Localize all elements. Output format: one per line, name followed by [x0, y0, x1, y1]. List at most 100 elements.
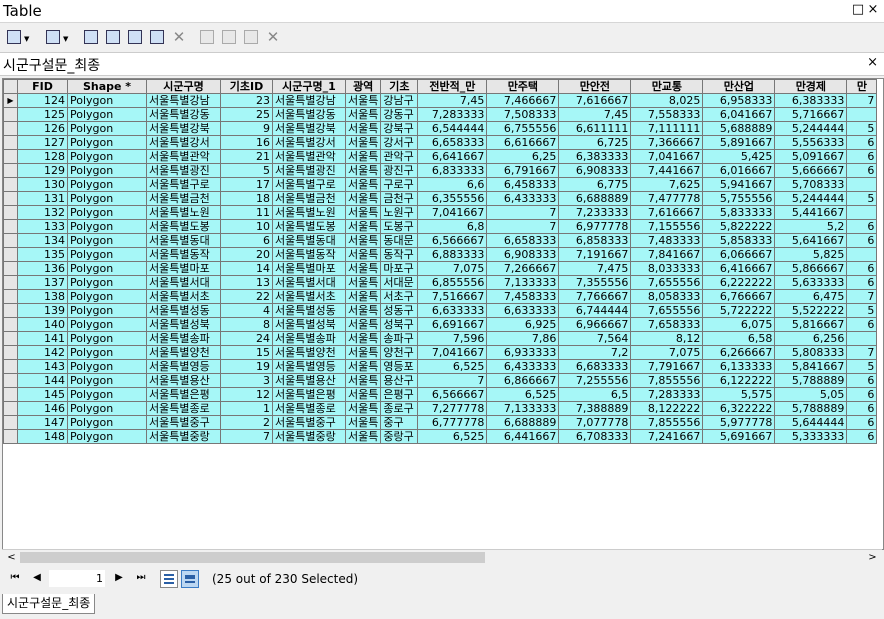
table-cell[interactable]: 은평구 — [380, 387, 419, 402]
show-all-records-button[interactable] — [160, 570, 178, 588]
table-cell[interactable]: 6,633333 — [486, 303, 560, 318]
table-cell[interactable]: 6,858333 — [558, 233, 632, 248]
table-cell[interactable]: 128 — [17, 149, 68, 164]
table-cell[interactable]: 서울특 — [344, 415, 382, 430]
delete-field-button[interactable]: ✕ — [264, 28, 282, 46]
table-cell[interactable]: 6 — [846, 219, 878, 234]
table-cell[interactable]: 서울특별성동 — [272, 303, 346, 318]
row-selector[interactable] — [3, 373, 18, 388]
table-cell[interactable]: 126 — [17, 121, 68, 136]
table-cell[interactable]: 서울특 — [344, 387, 382, 402]
table-cell[interactable]: 서울특별관악 — [146, 149, 221, 164]
table-cell[interactable]: 7,466667 — [486, 93, 560, 108]
table-cell[interactable]: 서울특별금천 — [146, 191, 221, 206]
table-cell[interactable]: 7,111111 — [630, 121, 704, 136]
table-cell[interactable]: Polygon — [67, 345, 147, 360]
table-cell[interactable]: 성동구 — [380, 303, 419, 318]
table-cell[interactable]: 5,333333 — [774, 429, 848, 444]
table-cell[interactable]: 6,6 — [417, 177, 488, 192]
table-cell[interactable]: 7 — [486, 219, 560, 234]
table-cell[interactable]: 5,691667 — [702, 429, 776, 444]
table-cell[interactable]: 5,666667 — [774, 163, 848, 178]
table-cell[interactable]: 서울특 — [344, 121, 382, 136]
table-row[interactable]: 138 Polygon 서울특별서초 22 서울특별서초 서울특 서초구 7,516667 7,… — [3, 289, 878, 304]
table-cell[interactable]: 7,075 — [630, 345, 704, 360]
table-cell[interactable]: 7,564 — [558, 331, 632, 346]
table-cell[interactable]: 6,525 — [417, 359, 488, 374]
table-cell[interactable] — [846, 205, 878, 220]
switch-selection-button[interactable] — [104, 28, 122, 46]
table-cell[interactable]: 서울특별서대 — [272, 275, 346, 290]
table-cell[interactable]: 서울특 — [344, 275, 382, 290]
select-by-attributes-button[interactable] — [82, 28, 100, 46]
table-cell[interactable]: 6,266667 — [702, 345, 776, 360]
table-cell[interactable]: 5,891667 — [702, 135, 776, 150]
table-cell[interactable]: 5 — [846, 191, 878, 206]
table-cell[interactable]: 7,855556 — [630, 373, 704, 388]
column-header[interactable]: 시군구명 — [146, 79, 221, 94]
table-cell[interactable]: 7,655556 — [630, 275, 704, 290]
table-cell[interactable]: 6,525 — [486, 387, 560, 402]
column-header[interactable]: 만 — [846, 79, 878, 94]
table-cell[interactable]: 5,722222 — [702, 303, 776, 318]
table-cell[interactable]: 6,016667 — [702, 163, 776, 178]
table-cell[interactable]: 5,977778 — [702, 415, 776, 430]
row-selector[interactable] — [3, 289, 18, 304]
row-selector[interactable] — [3, 107, 18, 122]
table-cell[interactable]: 7,441667 — [630, 163, 704, 178]
table-cell[interactable]: 서울특별중구 — [272, 415, 346, 430]
table-cell[interactable]: 서울특별양천 — [272, 345, 346, 360]
table-cell[interactable]: 7,855556 — [630, 415, 704, 430]
table-cell[interactable]: 5,833333 — [702, 205, 776, 220]
row-selector[interactable] — [3, 135, 18, 150]
table-cell[interactable]: 7,266667 — [486, 261, 560, 276]
table-cell[interactable]: 5,633333 — [774, 275, 848, 290]
table-cell[interactable]: 6,633333 — [417, 303, 488, 318]
table-cell[interactable]: 7,658333 — [630, 317, 704, 332]
table-cell[interactable]: 8,122222 — [630, 401, 704, 416]
table-cell[interactable]: 6,641667 — [417, 149, 488, 164]
table-cell[interactable]: Polygon — [67, 163, 147, 178]
table-cell[interactable]: 7,041667 — [417, 345, 488, 360]
table-cell[interactable]: 5 — [846, 303, 878, 318]
table-cell[interactable]: 7,366667 — [630, 135, 704, 150]
scroll-left-arrow[interactable]: < — [4, 550, 19, 565]
table-cell[interactable]: 24 — [220, 331, 273, 346]
table-cell[interactable]: 129 — [17, 163, 68, 178]
table-cell[interactable]: 서울특별노원 — [146, 205, 221, 220]
table-cell[interactable]: 16 — [220, 135, 273, 150]
table-cell[interactable]: 6 — [846, 149, 878, 164]
table-row[interactable]: 144 Polygon 서울특별용산 3 서울특별용산 서울특 용산구 7 6,866667 7,… — [3, 373, 878, 388]
scroll-right-arrow[interactable]: > — [865, 550, 880, 565]
table-cell[interactable]: 141 — [17, 331, 68, 346]
table-cell[interactable]: 서울특별강북 — [146, 121, 221, 136]
attribute-grid[interactable]: FID Shape * 시군구명 기초ID 시군구명_1 광역 기초 전반적_만 만주택 만안전 만… — [2, 78, 884, 550]
table-cell[interactable]: 13 — [220, 275, 273, 290]
table-cell[interactable]: 7,255556 — [558, 373, 632, 388]
table-cell[interactable]: 6,958333 — [702, 93, 776, 108]
table-cell[interactable]: 서울특별중랑 — [146, 429, 221, 444]
table-cell[interactable]: 서울특별송파 — [272, 331, 346, 346]
table-row[interactable]: 139 Polygon 서울특별성동 4 서울특별성동 서울특 성동구 6,633333 6,6… — [3, 303, 878, 318]
table-cell[interactable]: 7,355556 — [558, 275, 632, 290]
row-selector[interactable] — [3, 177, 18, 192]
table-cell[interactable]: 5,244444 — [774, 121, 848, 136]
table-cell[interactable]: 6 — [846, 275, 878, 290]
table-cell[interactable]: Polygon — [67, 135, 147, 150]
table-cell[interactable]: 서울특 — [344, 345, 382, 360]
table-cell[interactable]: 6,25 — [486, 149, 560, 164]
column-header[interactable]: 전반적_만 — [417, 79, 488, 94]
table-cell[interactable]: 서울특 — [344, 401, 382, 416]
table-cell[interactable]: 서울특별마포 — [146, 261, 221, 276]
table-cell[interactable]: 6,683333 — [558, 359, 632, 374]
table-cell[interactable]: 6,691667 — [417, 317, 488, 332]
table-cell[interactable]: 5,522222 — [774, 303, 848, 318]
column-header[interactable]: 만주택 — [486, 79, 560, 94]
table-cell[interactable]: 6,766667 — [702, 289, 776, 304]
table-cell[interactable]: 용산구 — [380, 373, 419, 388]
table-cell[interactable]: 5,644444 — [774, 415, 848, 430]
table-cell[interactable]: 8,058333 — [630, 289, 704, 304]
table-cell[interactable]: 서울특별용산 — [146, 373, 221, 388]
table-cell[interactable]: 6,908333 — [558, 163, 632, 178]
table-cell[interactable]: Polygon — [67, 275, 147, 290]
